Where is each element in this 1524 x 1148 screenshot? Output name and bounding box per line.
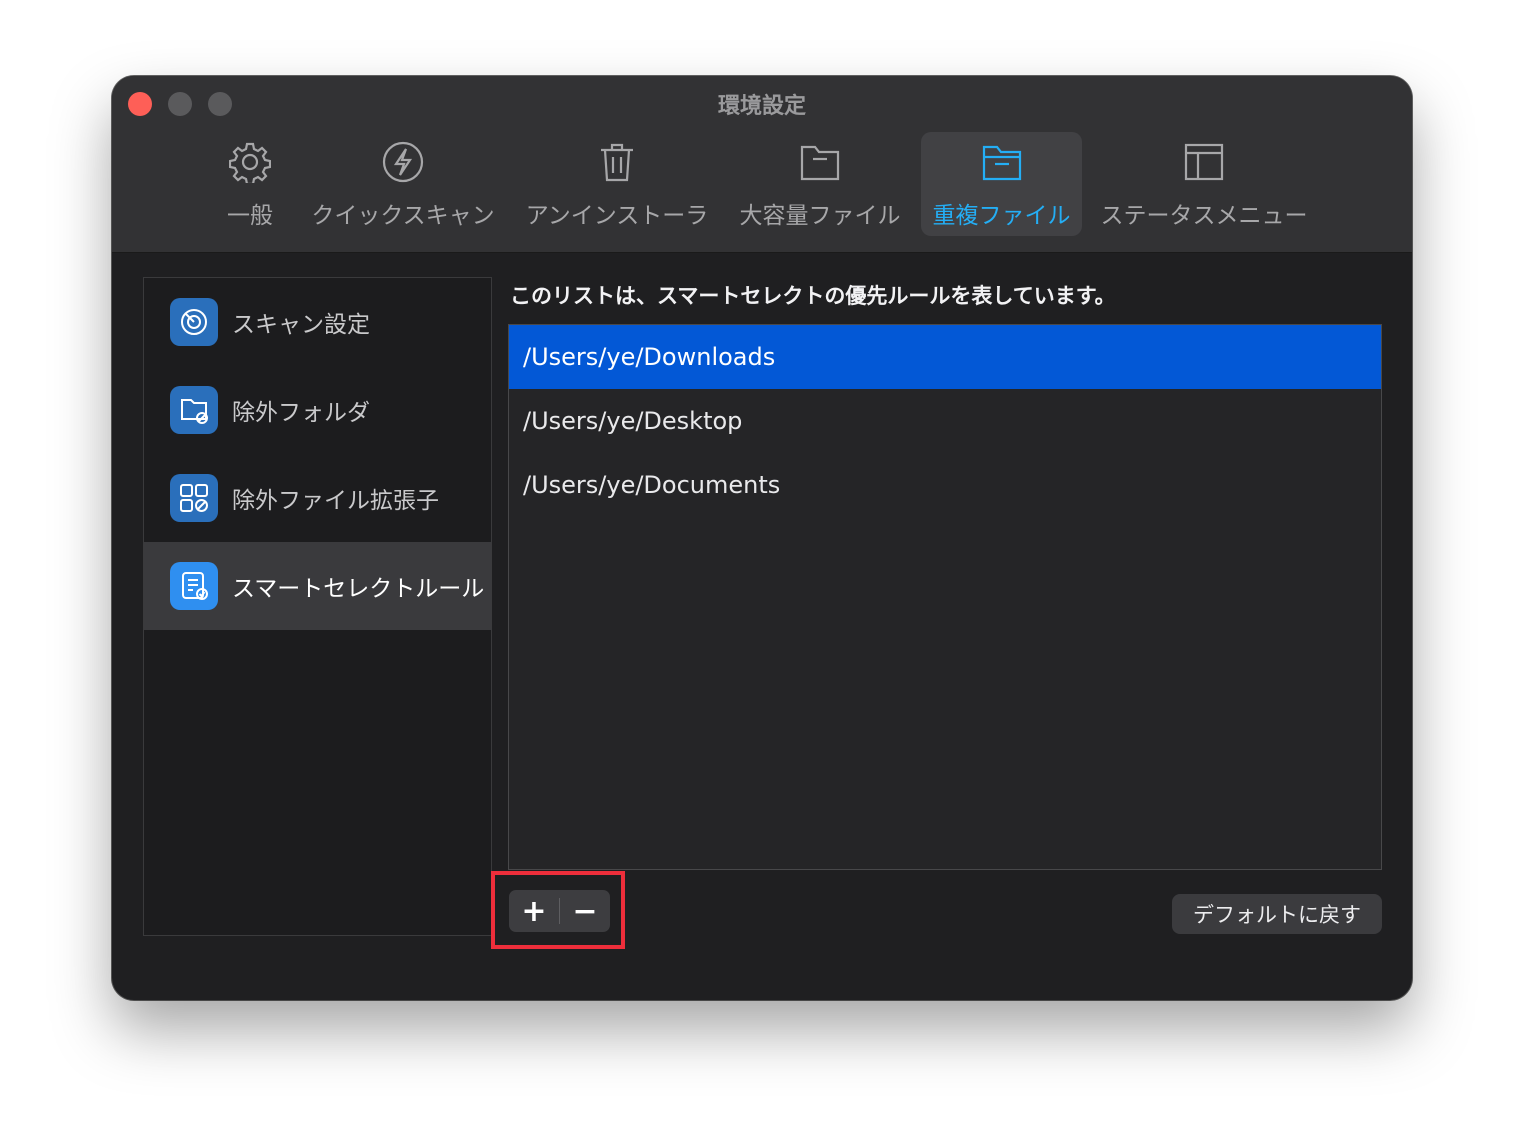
folder-exclude-icon (181, 399, 208, 424)
sidebar-item-label: 除外フォルダ (232, 400, 370, 426)
list-item[interactable]: /Users/ye/Desktop (509, 389, 1381, 453)
settings-sidebar: スキャン設定 除外フォルダ 除外ファイル拡張子 スマートセレクトルール (143, 277, 492, 936)
duplicate-folder-icon (982, 145, 1021, 181)
tab-large-files-label: 大容量ファイル (739, 203, 901, 229)
tab-status-menu[interactable]: ステータスメニュー (1101, 132, 1308, 236)
radar-icon (181, 309, 207, 335)
add-remove-control: + − (509, 890, 610, 932)
trash-icon (601, 143, 633, 182)
tab-quick-scan[interactable]: クイックスキャン (311, 132, 495, 236)
tab-uninstaller-label: アンインストーラ (525, 203, 709, 229)
sidebar-item-label: スマートセレクトルール (232, 576, 485, 602)
restore-defaults-button[interactable]: デフォルトに戻す (1172, 894, 1382, 934)
sidebar-item-excluded-folders[interactable]: 除外フォルダ (144, 366, 491, 454)
gear-icon (229, 142, 271, 183)
tab-duplicate-files[interactable]: 重複ファイル (921, 132, 1082, 236)
sidebar-item-excluded-extensions[interactable]: 除外ファイル拡張子 (144, 454, 491, 542)
tab-duplicate-files-label: 重複ファイル (932, 203, 1071, 229)
window-title: 環境設定 (717, 94, 806, 119)
rules-description: このリストは、スマートセレクトの優先ルールを表しています。 (510, 284, 1116, 308)
tab-large-files[interactable]: 大容量ファイル (739, 132, 901, 236)
rule-list-icon (182, 572, 208, 600)
tab-general-label: 一般 (227, 203, 273, 229)
list-item[interactable]: /Users/ye/Documents (509, 453, 1381, 517)
layout-icon (1184, 143, 1224, 181)
folder-icon (800, 145, 840, 181)
sidebar-item-label: スキャン設定 (232, 312, 370, 338)
tab-uninstaller[interactable]: アンインストーラ (526, 132, 708, 236)
add-path-button[interactable]: + (509, 890, 559, 932)
preferences-window: 環境設定 一般 クイックスキャン アンインストーラ 大容量ファイル 重複ファイル… (112, 76, 1412, 1000)
sidebar-item-label: 除外ファイル拡張子 (232, 488, 439, 514)
list-item[interactable]: /Users/ye/Downloads (509, 325, 1381, 389)
priority-path-list[interactable]: /Users/ye/Downloads /Users/ye/Desktop /U… (508, 324, 1382, 870)
sidebar-item-smart-select-rules[interactable]: スマートセレクトルール (144, 542, 491, 630)
sidebar-item-scan-settings[interactable]: スキャン設定 (144, 278, 491, 366)
lightning-icon (382, 141, 424, 183)
tab-general[interactable]: 一般 (220, 132, 280, 236)
grid-exclude-icon (180, 484, 208, 512)
remove-path-button[interactable]: − (560, 890, 610, 932)
tab-status-menu-label: ステータスメニュー (1100, 203, 1308, 229)
tab-quick-scan-label: クイックスキャン (311, 203, 495, 229)
title-toolbar: 環境設定 一般 クイックスキャン アンインストーラ 大容量ファイル 重複ファイル… (112, 76, 1412, 253)
